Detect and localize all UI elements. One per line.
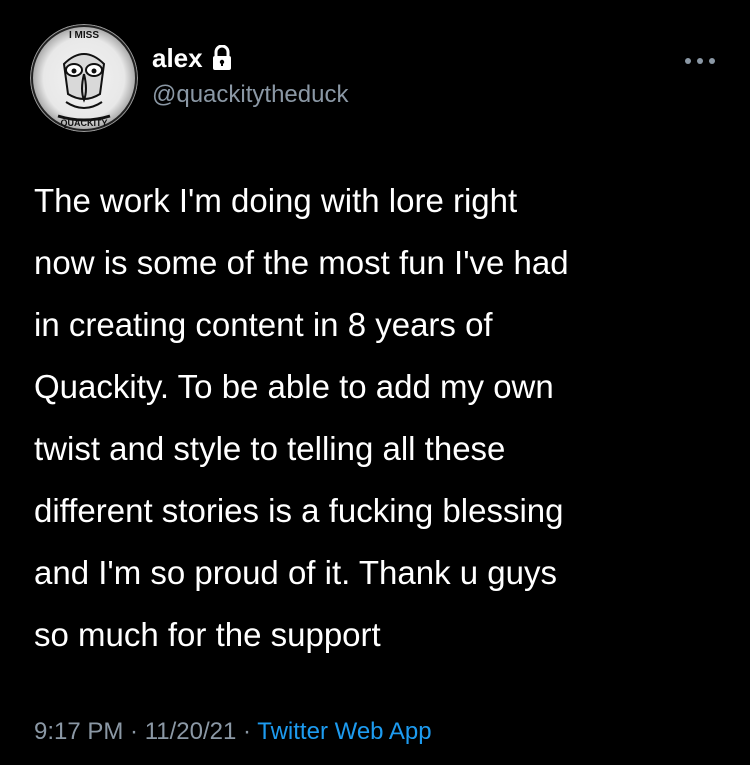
tweet-source-link[interactable]: Twitter Web App — [257, 718, 431, 745]
avatar-image: I MISS QUACKITY — [30, 24, 138, 132]
avatar-top-text: I MISS — [69, 30, 99, 41]
tweet-time[interactable]: 9:17 PM — [34, 718, 123, 745]
tweet-meta: 9:17 PM · 11/20/21 · Twitter Web App — [34, 716, 432, 748]
display-name[interactable]: alex — [152, 42, 203, 74]
lock-icon — [211, 44, 233, 71]
avatar[interactable]: I MISS QUACKITY — [30, 24, 138, 132]
meta-separator: · — [236, 718, 258, 745]
more-options-icon[interactable] — [682, 54, 718, 66]
tweet-text: The work I'm doing with lore right now i… — [34, 182, 569, 653]
tweet-date[interactable]: 11/20/21 — [145, 718, 237, 745]
tweet-card: I MISS QUACKITY alex @quackitytheduck Th… — [0, 0, 750, 765]
display-name-row[interactable]: alex — [152, 42, 233, 74]
avatar-bottom-text: QUACKITY — [61, 118, 108, 128]
meta-separator: · — [123, 718, 145, 745]
user-handle[interactable]: @quackitytheduck — [152, 80, 348, 110]
